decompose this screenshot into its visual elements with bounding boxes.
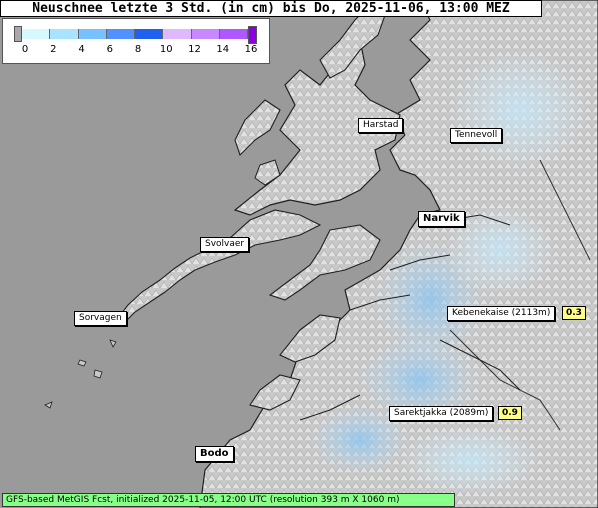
place-svolvaer: Svolvaer: [200, 237, 250, 252]
legend: 0 2 4 6 8 10 12 14 16: [2, 18, 270, 64]
legend-cap-zero: [14, 26, 22, 42]
terrain-map: [0, 0, 598, 508]
value-sarektjakka: 0.9: [498, 406, 522, 420]
legend-tick-label: 4: [78, 44, 85, 55]
legend-tick-label: 12: [188, 44, 201, 55]
value-kebnekaise: 0.3: [562, 306, 586, 320]
forecast-footer: GFS-based MetGIS Fcst, initialized 2025-…: [2, 493, 455, 507]
legend-cap-max: [248, 26, 257, 44]
legend-tick-label: 10: [159, 44, 173, 55]
legend-swatch: [78, 29, 107, 39]
legend-swatch: [50, 29, 79, 39]
legend-tick-label: 2: [50, 44, 57, 55]
place-kebnekaise: Kebenekaise (2113m): [447, 306, 556, 321]
legend-swatch: [135, 29, 164, 39]
legend-tick-label: 0: [21, 44, 29, 55]
legend-color-bar: [22, 29, 248, 39]
legend-swatch: [163, 29, 192, 39]
place-bodo: Bodo: [195, 446, 234, 462]
legend-tick-label: 14: [216, 44, 230, 55]
legend-ticks: 0 2 4 6 8 10 12 14 16: [3, 44, 271, 58]
place-sorvagen: Sorvagen: [74, 311, 127, 326]
place-harstad: Harstad: [358, 118, 404, 133]
legend-swatch: [22, 29, 51, 39]
legend-tick-label: 16: [244, 44, 258, 55]
legend-swatch: [106, 29, 135, 39]
place-tennevoll: Tennevoll: [450, 128, 503, 143]
legend-tick-label: 6: [106, 44, 113, 55]
legend-swatch: [191, 29, 220, 39]
map-title: Neuschnee letzte 3 Std. (in cm) bis Do, …: [0, 0, 542, 17]
place-sarektjakka: Sarektjakka (2089m): [389, 406, 494, 421]
legend-tick-label: 8: [134, 44, 142, 55]
place-narvik: Narvik: [418, 211, 465, 227]
legend-swatch: [219, 29, 248, 39]
